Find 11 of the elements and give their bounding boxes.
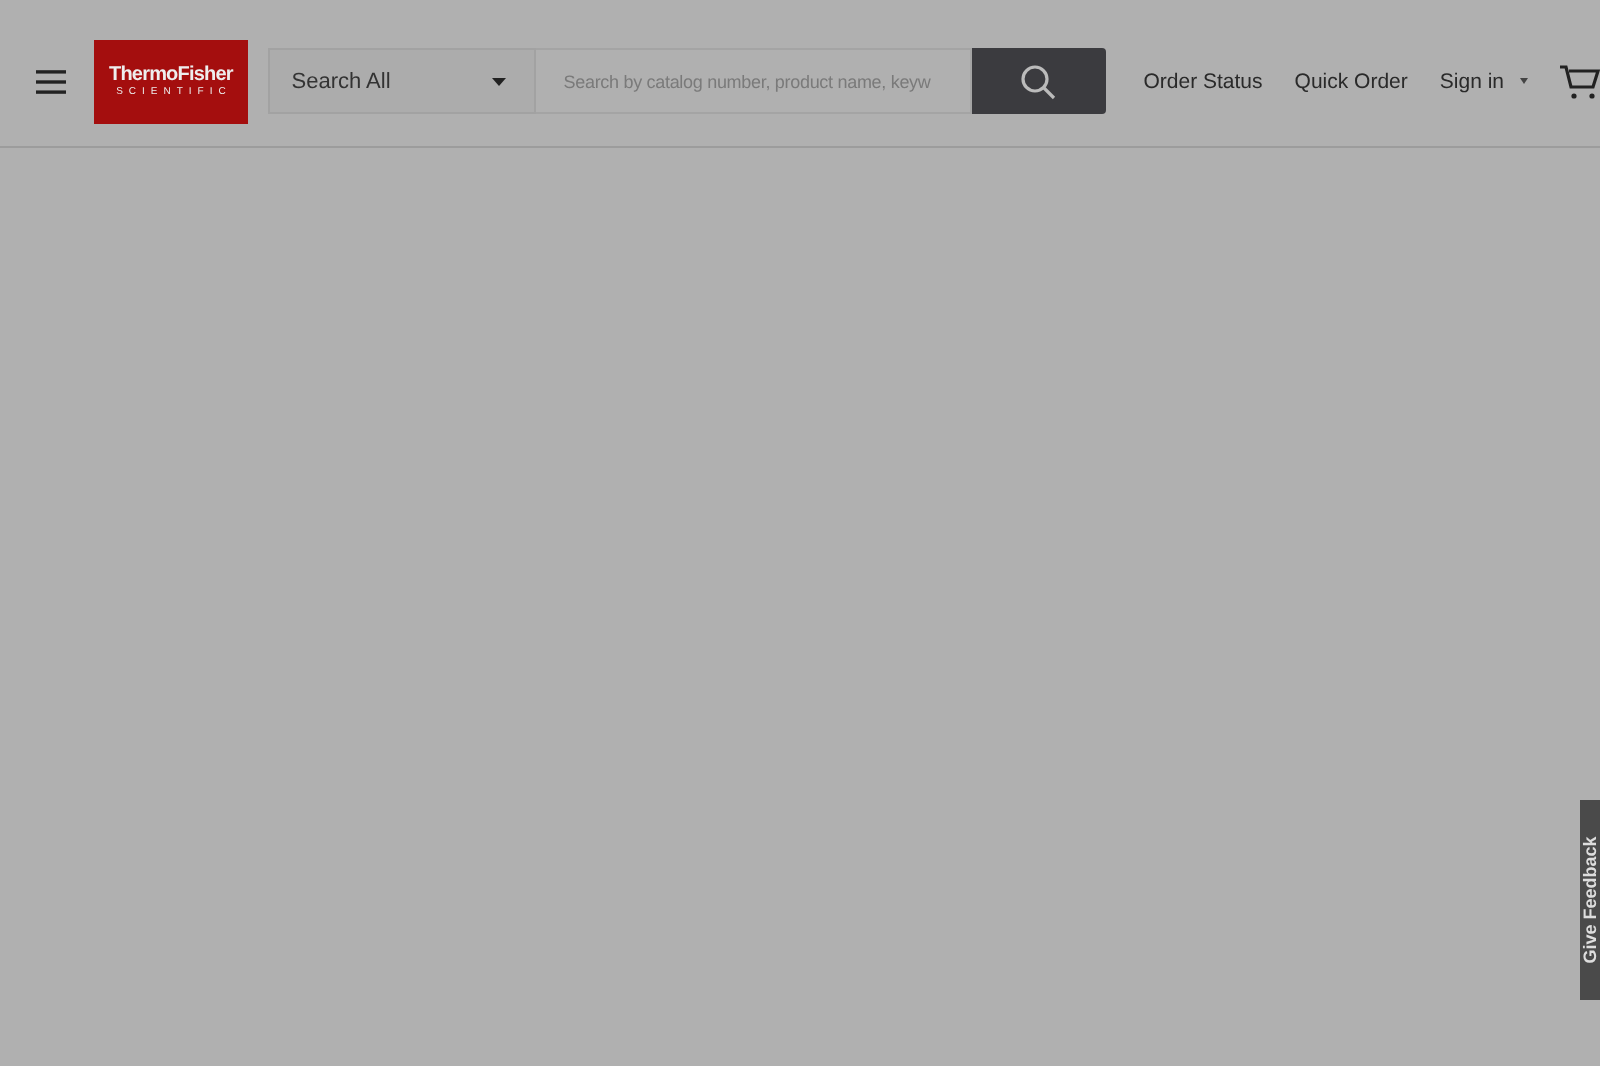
- menu-icon[interactable]: [36, 67, 67, 95]
- category-dropdown[interactable]: Search All: [267, 48, 536, 114]
- sign-in-menu[interactable]: Sign in: [1439, 69, 1528, 93]
- caret-icon: [491, 77, 506, 85]
- search-icon: [1020, 63, 1057, 99]
- feedback-tab[interactable]: Give Feedback: [1580, 800, 1600, 1000]
- nav-link[interactable]: Quick Order: [1294, 69, 1408, 93]
- cart-icon[interactable]: [1560, 63, 1600, 99]
- search-button[interactable]: [971, 48, 1106, 114]
- caret-icon: [1520, 78, 1528, 84]
- nav-link[interactable]: Order Status: [1143, 69, 1263, 93]
